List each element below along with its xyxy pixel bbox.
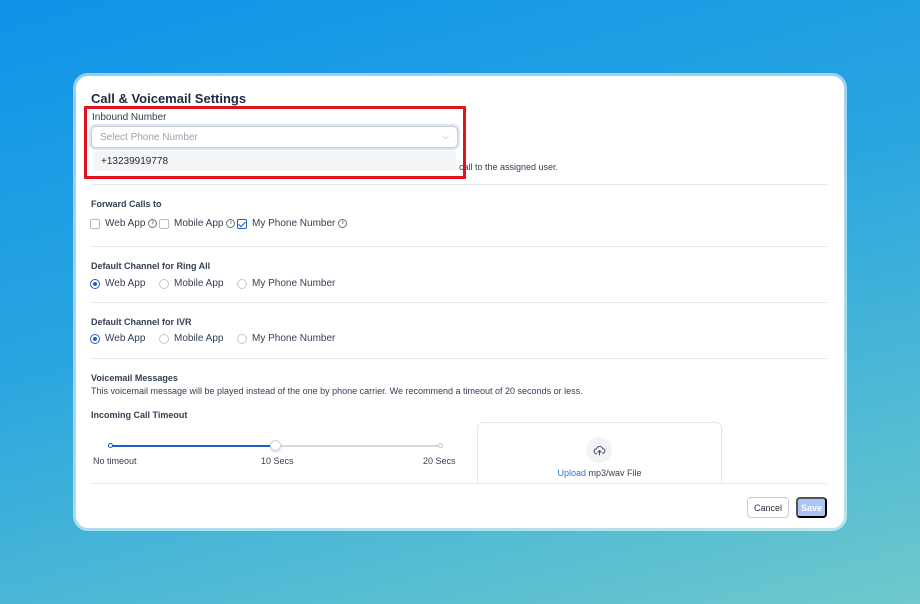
forward-web-app-label: Web App [105, 218, 146, 229]
radio-dot [159, 278, 169, 289]
ivr-web-app-radio[interactable]: Web App [90, 333, 145, 344]
slider-max-label: 20 Secs [423, 456, 456, 466]
radio-dot [159, 333, 169, 344]
info-icon[interactable]: i [338, 219, 348, 228]
ring-all-my-phone-label: My Phone Number [252, 278, 336, 289]
ring-all-mobile-app-label: Mobile App [174, 278, 224, 289]
checkbox-box [159, 218, 169, 229]
checkbox-box [90, 218, 100, 229]
divider [91, 246, 827, 247]
timeout-slider-thumb[interactable] [270, 440, 281, 451]
ivr-mobile-app-radio[interactable]: Mobile App [159, 333, 223, 344]
ring-all-mobile-app-radio[interactable]: Mobile App [159, 278, 223, 289]
ivr-label: Default Channel for IVR [91, 317, 192, 327]
page-title: Call & Voicemail Settings [91, 91, 247, 106]
timeout-label: Incoming Call Timeout [91, 410, 188, 420]
divider [91, 358, 827, 359]
ivr-mobile-app-label: Mobile App [174, 333, 224, 344]
ring-all-web-app-label: Web App [105, 278, 146, 289]
slider-min-label: No timeout [93, 456, 137, 466]
forward-my-phone-checkbox[interactable]: My Phone Number i [237, 218, 348, 229]
forward-mobile-app-label: Mobile App [174, 218, 224, 229]
forward-my-phone-label: My Phone Number [252, 218, 336, 229]
ring-all-label: Default Channel for Ring All [91, 261, 211, 271]
upload-dropzone[interactable]: Upload mp3/wav File [477, 422, 722, 484]
slider-mid-label: 10 Secs [261, 456, 294, 466]
upload-link[interactable]: Upload [557, 468, 586, 478]
assigned-user-text: call to the assigned user. [459, 162, 559, 172]
upload-cloud-icon [586, 437, 612, 463]
settings-card: Call & Voicemail Settings Inbound Number… [76, 76, 844, 528]
checkbox-box-checked [237, 218, 247, 229]
slider-start-dot [108, 443, 113, 448]
radio-dot-selected [90, 333, 100, 344]
upload-text: Upload mp3/wav File [478, 468, 721, 478]
info-icon[interactable]: i [148, 219, 158, 228]
divider [91, 184, 827, 185]
ring-all-web-app-radio[interactable]: Web App [90, 278, 145, 289]
forward-web-app-checkbox[interactable]: Web App i [90, 218, 158, 229]
voicemail-label: Voicemail Messages [91, 373, 178, 383]
ivr-web-app-label: Web App [105, 333, 146, 344]
ivr-my-phone-radio[interactable]: My Phone Number [237, 333, 335, 344]
upload-file-type: mp3/wav File [588, 468, 642, 478]
save-button[interactable]: Save [796, 497, 827, 518]
voicemail-description: This voicemail message will be played in… [91, 386, 583, 396]
ivr-my-phone-label: My Phone Number [252, 333, 336, 344]
ring-all-my-phone-radio[interactable]: My Phone Number [237, 278, 335, 289]
divider [91, 302, 827, 303]
forward-calls-label: Forward Calls to [91, 199, 162, 209]
radio-dot-selected [90, 278, 100, 289]
radio-dot [237, 333, 247, 344]
forward-mobile-app-checkbox[interactable]: Mobile App i [159, 218, 236, 229]
timeout-slider-fill [108, 445, 275, 447]
slider-end-dot [438, 443, 443, 448]
highlight-box [84, 106, 466, 179]
cancel-button[interactable]: Cancel [747, 497, 789, 518]
divider [91, 483, 827, 484]
radio-dot [237, 278, 247, 289]
info-icon[interactable]: i [226, 219, 236, 228]
